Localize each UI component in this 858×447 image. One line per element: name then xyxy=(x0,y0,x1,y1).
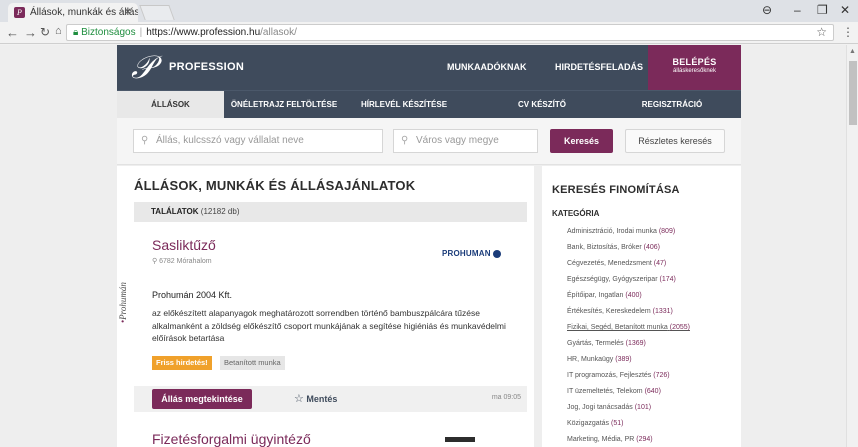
side-logo: •Prohumán xyxy=(118,282,128,324)
fresh-badge: Friss hirdetés! xyxy=(152,356,212,370)
company-logo-2[interactable] xyxy=(445,437,475,442)
posted-time: ma 09:05 xyxy=(491,394,521,401)
job-description: az előkészített alapanyagok meghatározot… xyxy=(152,308,506,343)
profession-logo-icon[interactable]: 𝒫 xyxy=(131,51,154,83)
reload-icon[interactable]: ↻ xyxy=(40,25,50,39)
home-icon[interactable]: ⌂ xyxy=(55,25,62,37)
secure-label: Biztonságos xyxy=(81,27,136,38)
login-label: BELÉPÉS xyxy=(672,57,717,67)
category-item[interactable]: IT programozás, Fejlesztés (726) xyxy=(567,368,690,384)
company-logo[interactable]: PROHUMAN xyxy=(442,249,501,258)
location-placeholder: Város vagy megye xyxy=(416,135,499,146)
scrollbar-thumb[interactable] xyxy=(849,61,857,125)
address-bar-row: ← → ↻ ⌂ 🔒︎ Biztonságos | https://www.profe… xyxy=(0,22,858,44)
bookmark-star-icon[interactable]: ☆ xyxy=(816,25,827,40)
tab-newsletter[interactable]: HÍRLEVÉL KÉSZÍTÉSE xyxy=(344,91,464,118)
job-actions: Állás megtekintése ☆ Mentés ma 09:05 xyxy=(134,386,527,412)
filter-title: KERESÉS FINOMÍTÁSA xyxy=(552,184,680,196)
category-item[interactable]: IT üzemeltetés, Telekom (640) xyxy=(567,384,690,400)
category-item[interactable]: Cégvezetés, Menedzsment (47) xyxy=(567,256,690,272)
star-icon: ☆ xyxy=(294,393,304,405)
search-icon: ⚲ xyxy=(141,135,149,146)
category-badge[interactable]: Betanított munka xyxy=(220,356,285,370)
keyword-placeholder: Állás, kulcsszó vagy vállalat neve xyxy=(156,135,304,146)
category-item[interactable]: Jog, Jogi tanácsadás (101) xyxy=(567,400,690,416)
tab-register[interactable]: REGISZTRÁCIÓ xyxy=(617,91,727,118)
location-pin-icon: ⚲ xyxy=(152,258,158,265)
save-button[interactable]: ☆ Mentés xyxy=(294,392,337,405)
save-label: Mentés xyxy=(306,394,338,404)
category-list: Adminisztráció, Irodai munka (809) Bank,… xyxy=(567,224,690,447)
advanced-search-button[interactable]: Részletes keresés xyxy=(625,129,725,153)
search-button[interactable]: Keresés xyxy=(550,129,613,153)
category-item[interactable]: Adminisztráció, Irodai munka (809) xyxy=(567,224,690,240)
scroll-up-icon[interactable]: ▲ xyxy=(849,48,856,55)
browser-tab[interactable]: P Állások, munkák és állása ✕ xyxy=(8,3,138,22)
close-window-icon[interactable]: ✕ xyxy=(840,3,850,17)
lock-icon: 🔒︎ xyxy=(73,27,79,38)
job-location: ⚲ 6782 Mórahalom xyxy=(152,258,212,265)
view-job-button[interactable]: Állás megtekintése xyxy=(152,389,252,409)
tab-allasok[interactable]: ÁLLÁSOK xyxy=(117,91,224,118)
category-item[interactable]: Építőipar, Ingatlan (400) xyxy=(567,288,690,304)
browser-tab-strip: P Állások, munkák és állása ✕ ⊖ – ❐ ✕ xyxy=(0,0,858,22)
keyword-search-input[interactable]: ⚲ Állás, kulcsszó vagy vállalat neve xyxy=(133,129,383,153)
sub-navigation: ÁLLÁSOK ÖNÉLETRAJZ FELTÖLTÉSE HÍRLEVÉL K… xyxy=(117,90,741,118)
filter-sidebar: KERESÉS FINOMÍTÁSA KATEGÓRIA Adminisztrá… xyxy=(542,166,741,447)
results-bar: TALÁLATOK (12182 db) xyxy=(134,202,527,222)
maximize-icon[interactable]: ❐ xyxy=(817,3,828,17)
forward-icon[interactable]: → xyxy=(24,25,37,40)
page-viewport: 𝒫 PROFESSION MUNKAADÓKNAK HIRDETÉSFELADÁ… xyxy=(0,45,858,447)
url-path: /allasok/ xyxy=(260,27,297,38)
tab-cv-upload[interactable]: ÖNÉLETRAJZ FELTÖLTÉSE xyxy=(224,91,344,118)
tab-cv-builder[interactable]: CV KÉSZÍTŐ xyxy=(497,91,587,118)
location-input[interactable]: ⚲ Város vagy megye xyxy=(393,129,538,153)
back-icon[interactable]: ← xyxy=(6,25,19,40)
logo-dot-icon xyxy=(492,249,501,258)
login-button[interactable]: BELÉPÉS álláskeresőknek xyxy=(648,45,741,90)
results-label: TALÁLATOK xyxy=(151,207,199,216)
job-title-link-2[interactable]: Fizetésforgalmi ügyintéző xyxy=(152,431,311,447)
employers-link[interactable]: MUNKAADÓKNAK xyxy=(447,62,527,72)
close-tab-icon[interactable]: ✕ xyxy=(124,3,132,22)
favicon-icon: P xyxy=(14,7,25,18)
category-item[interactable]: Közigazgatás (51) xyxy=(567,416,690,432)
page-scrollbar[interactable]: ▲ xyxy=(846,45,858,447)
post-job-link[interactable]: HIRDETÉSFELADÁS xyxy=(555,62,643,72)
page-title: ÁLLÁSOK, MUNKÁK ÉS ÁLLÁSAJÁNLATOK xyxy=(134,178,416,193)
category-item[interactable]: HR, Munkaügy (389) xyxy=(567,352,690,368)
profile-icon[interactable]: ⊖ xyxy=(762,3,772,17)
category-item-active[interactable]: Fizikai, Segéd, Betanított munka (2055) xyxy=(567,320,690,336)
login-sublabel: álláskeresőknek xyxy=(672,68,717,74)
job-title-link[interactable]: Sasliktűző xyxy=(152,237,216,253)
category-item[interactable]: Értékesítés, Kereskedelem (1331) xyxy=(567,304,690,320)
new-tab-button[interactable] xyxy=(139,5,175,20)
category-item[interactable]: Bank, Biztosítás, Bróker (406) xyxy=(567,240,690,256)
category-item[interactable]: Egészségügy, Gyógyszeripar (174) xyxy=(567,272,690,288)
url-domain: https://www.profession.hu xyxy=(146,27,261,38)
company-name: Prohumán 2004 Kft. xyxy=(152,290,233,300)
category-heading: KATEGÓRIA xyxy=(552,209,600,218)
browser-menu-icon[interactable]: ⋮ xyxy=(842,25,854,39)
search-bar: ⚲ Állás, kulcsszó vagy vállalat neve ⚲ V… xyxy=(117,118,741,165)
location-pin-icon: ⚲ xyxy=(401,135,409,146)
job-list-panel: ÁLLÁSOK, MUNKÁK ÉS ÁLLÁSAJÁNLATOK TALÁLA… xyxy=(117,166,534,447)
category-item[interactable]: Gyártás, Termelés (1369) xyxy=(567,336,690,352)
url-field[interactable]: 🔒︎ Biztonságos | https://www.profession.hu… xyxy=(66,24,834,41)
brand-name[interactable]: PROFESSION xyxy=(169,61,244,73)
site-container: 𝒫 PROFESSION MUNKAADÓKNAK HIRDETÉSFELADÁ… xyxy=(117,45,741,447)
results-count: (12182 db) xyxy=(200,207,240,216)
category-item[interactable]: Marketing, Média, PR (294) xyxy=(567,432,690,447)
tab-title: Állások, munkák és állása xyxy=(30,7,138,18)
minimize-icon[interactable]: – xyxy=(794,3,801,17)
site-header: 𝒫 PROFESSION MUNKAADÓKNAK HIRDETÉSFELADÁ… xyxy=(117,45,741,90)
